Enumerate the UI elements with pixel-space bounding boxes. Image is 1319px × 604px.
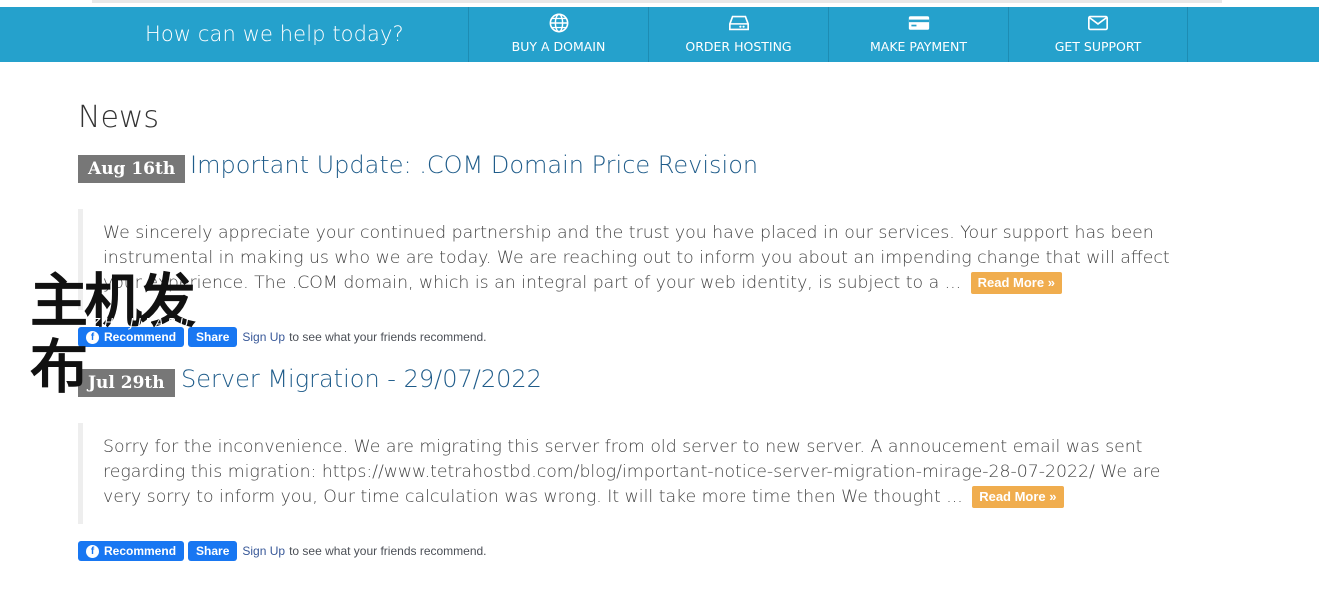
recommend-button[interactable]: f Recommend	[78, 541, 185, 561]
nav-links: BUY A DOMAIN ORDER HOSTING MAKE PAYMENT …	[468, 7, 1188, 62]
signup-hint: to see what your friends recommend.	[289, 330, 487, 344]
facebook-social-bar: f Recommend Share Sign Up to see what you…	[78, 541, 487, 561]
signup-link[interactable]: Sign Up	[242, 330, 285, 344]
nav-label: GET SUPPORT	[1054, 39, 1142, 54]
nav-buy-domain[interactable]: BUY A DOMAIN	[468, 7, 648, 62]
nav-order-hosting[interactable]: ORDER HOSTING	[648, 7, 828, 62]
nav-label: ORDER HOSTING	[685, 39, 792, 54]
read-more-button[interactable]: Read More »	[972, 486, 1064, 508]
help-text: How can we help today?	[145, 22, 404, 46]
nav-make-payment[interactable]: MAKE PAYMENT	[828, 7, 1008, 62]
globe-icon	[549, 13, 568, 33]
credit-card-icon	[908, 16, 929, 30]
date-badge: Aug 16th	[78, 155, 186, 183]
news-excerpt: We sincerely appreciate your continued p…	[78, 209, 1173, 310]
read-more-button[interactable]: Read More »	[970, 272, 1062, 294]
signup-link[interactable]: Sign Up	[242, 544, 285, 558]
facebook-icon: f	[86, 544, 99, 558]
envelope-icon	[1088, 15, 1108, 31]
watermark-en: ZHUJIFABU	[92, 316, 193, 330]
server-icon	[728, 15, 749, 31]
news-title-link[interactable]: Important Update: .COM Domain Price Revi…	[190, 151, 758, 179]
nav-label: MAKE PAYMENT	[869, 39, 968, 54]
navbar: How can we help today? BUY A DOMAIN ORDE…	[0, 7, 1319, 62]
news-excerpt: Sorry for the inconvenience. We are migr…	[78, 423, 1173, 524]
top-strip	[0, 0, 1319, 7]
share-button[interactable]: Share	[188, 541, 238, 561]
nav-label: BUY A DOMAIN	[511, 39, 606, 54]
top-divider	[92, 0, 1222, 3]
page-title: News	[78, 100, 160, 135]
signup-hint: to see what your friends recommend.	[289, 544, 487, 558]
watermark-cn: 主机发布	[30, 267, 196, 401]
recommend-label: Recommend	[104, 544, 177, 558]
watermark-logo: 主机发布 ZHUJIFABU	[30, 268, 240, 400]
nav-get-support[interactable]: GET SUPPORT	[1008, 7, 1188, 62]
